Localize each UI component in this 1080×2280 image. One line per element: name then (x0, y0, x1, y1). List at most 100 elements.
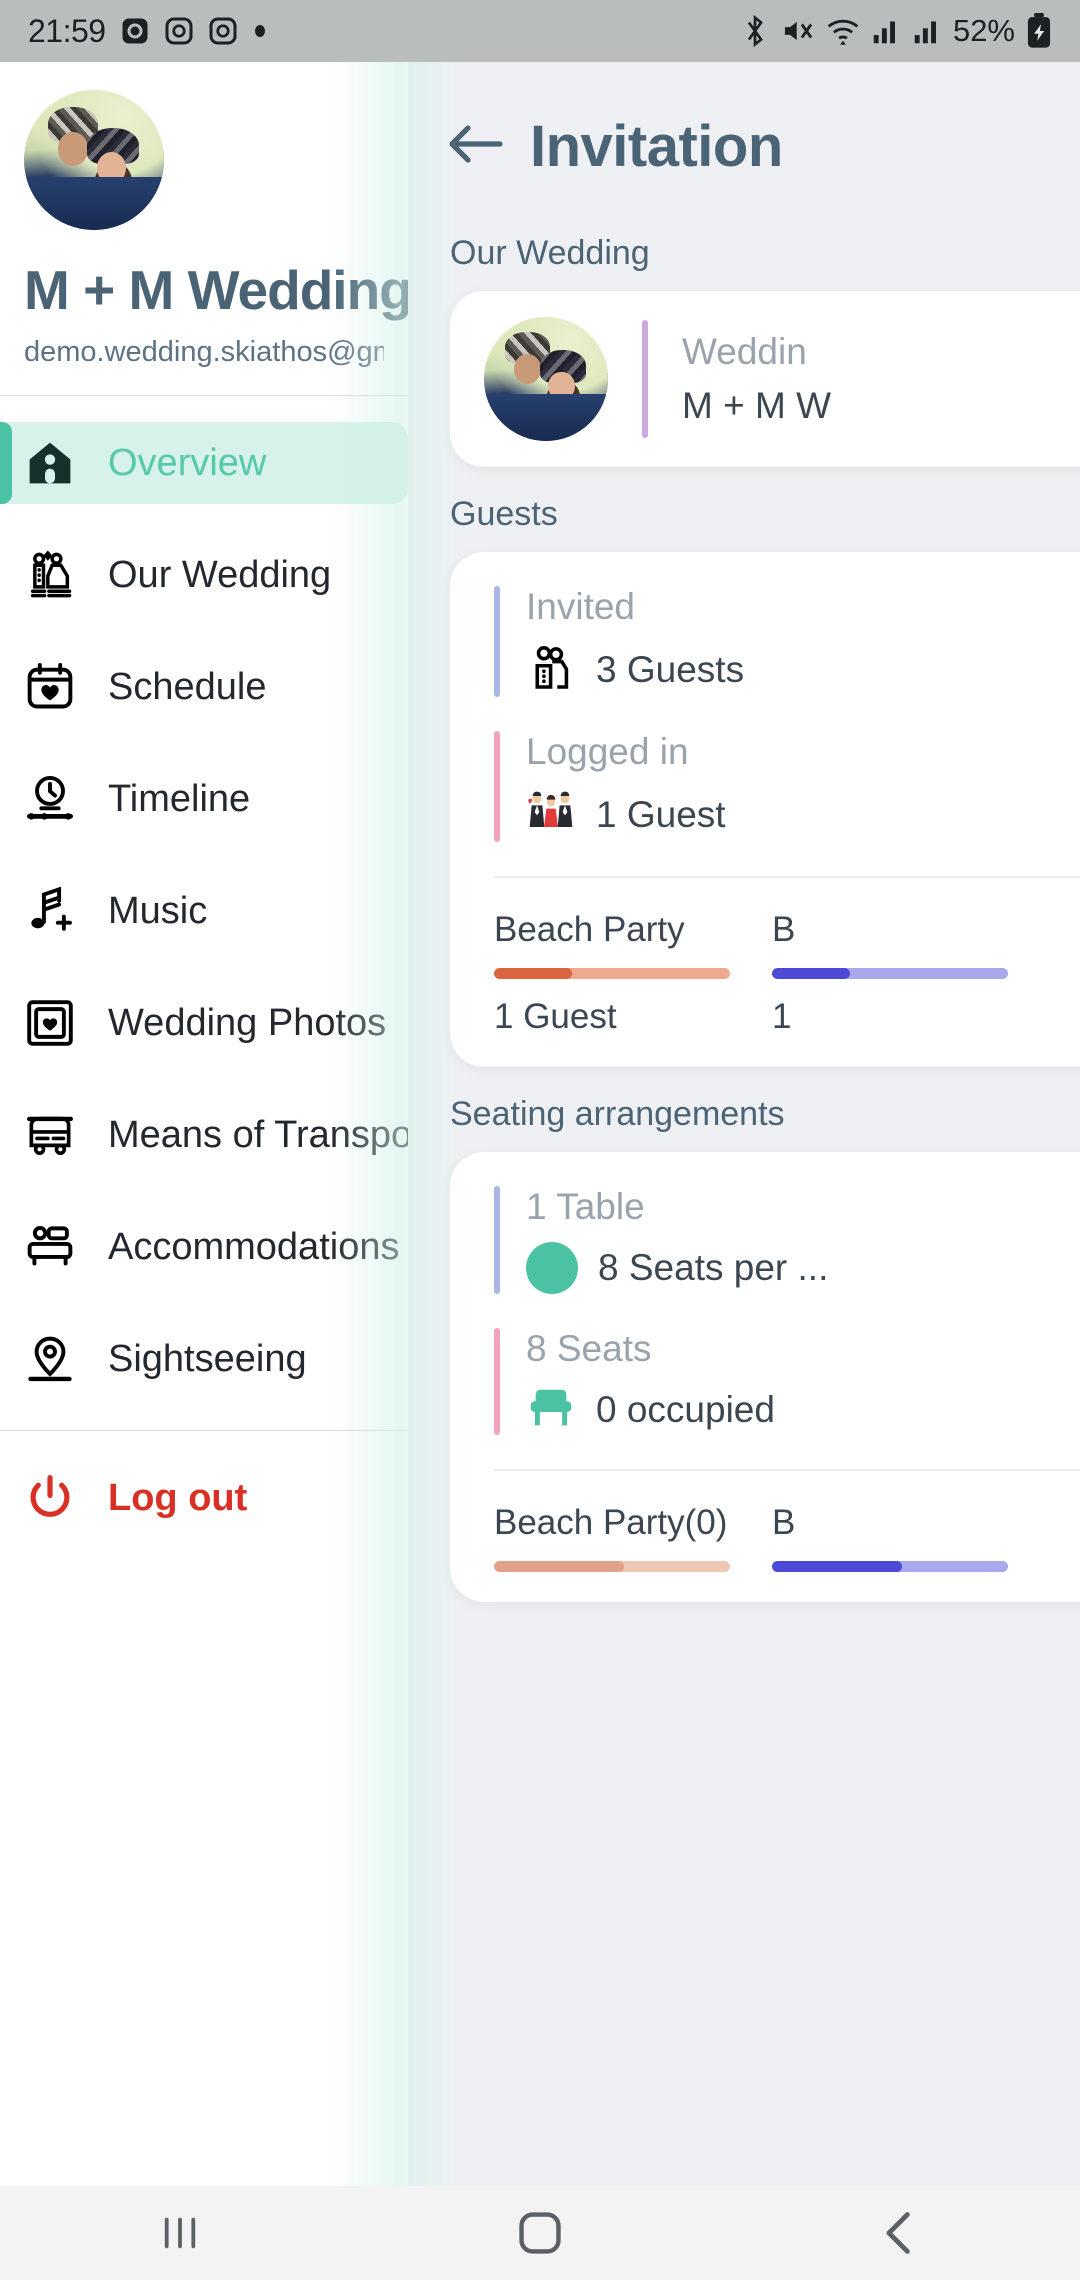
our-wedding-card[interactable]: Weddin M + M W (450, 291, 1080, 467)
main-panel: Invitation Our Wedding Weddin M + M W Gu… (408, 62, 1080, 2248)
back-chevron-icon[interactable] (810, 2186, 990, 2280)
map-pin-icon (22, 1331, 78, 1387)
stat-value: 3 Guests (596, 648, 745, 690)
progress-fill (772, 968, 850, 979)
stat-caption: 1 Table (526, 1186, 645, 1227)
instagram-icon (209, 17, 237, 45)
progress-name: Beach Party (494, 910, 685, 949)
stat-texts: 8 Seats 0 occupied (526, 1328, 775, 1435)
signal-icon (914, 21, 936, 44)
photo-heart-icon (22, 995, 78, 1051)
progress-fill (772, 1561, 902, 1572)
account-email: demo.wedding.skiathos@gmail.co (24, 336, 384, 368)
sidebar-item-label: Means of Transport (108, 1113, 408, 1156)
wedding-card-caption: Weddin (682, 331, 807, 372)
avatar[interactable] (24, 90, 164, 230)
home-square-icon[interactable] (450, 2186, 630, 2280)
wedding-party-emoji (526, 787, 576, 842)
accent-bar (642, 320, 648, 438)
sidebar-item-our-wedding[interactable]: Our Wedding (0, 534, 408, 616)
progress-track (772, 1561, 1008, 1572)
stat-texts: Invited 3 Guests (526, 586, 744, 697)
bus-icon (22, 1107, 78, 1163)
avatar (484, 317, 608, 441)
sidebar-item-overview[interactable]: Overview (0, 422, 408, 504)
wedding-card-texts: Weddin M + M W (682, 331, 831, 427)
guests-progress-strip: Beach Party 1 Guest B 1 (450, 878, 1080, 1067)
stat-caption: 8 Seats (526, 1328, 652, 1369)
sidebar-item-label: Timeline (108, 777, 251, 820)
section-label-our-wedding: Our Wedding (450, 234, 650, 272)
navigation-drawer[interactable]: M + M Wedding demo.wedding.skiathos@gmai… (0, 62, 408, 2248)
dot-icon (254, 25, 265, 37)
stat-row-logged-in: Logged in 1 Guest (450, 731, 1080, 842)
wedding-card-name: M + M W (682, 385, 832, 426)
section-label-seating: Seating arrangements (450, 1095, 785, 1133)
page-title: Invitation (530, 113, 783, 179)
stat-value-row: 0 occupied (526, 1384, 775, 1435)
sidebar-item-schedule[interactable]: Schedule (0, 646, 408, 728)
sidebar-item-sightseeing[interactable]: Sightseeing (0, 1318, 408, 1400)
stat-value-row: 8 Seats per ... (526, 1242, 828, 1294)
music-note-icon (22, 883, 78, 939)
stat-value: 8 Seats per ... (598, 1247, 829, 1288)
recents-icon[interactable] (90, 2186, 270, 2280)
status-bar: 21:59 52% (0, 0, 1080, 62)
clock-timeline-icon (22, 771, 78, 827)
progress-item: Beach Party(0) (494, 1503, 730, 1572)
sidebar-item-accommodations[interactable]: Accommodations (0, 1206, 408, 1288)
bride-groom-icon (22, 547, 78, 603)
accent-bar (494, 586, 500, 697)
sidebar-item-label: Overview (108, 441, 267, 484)
bed-icon (22, 1219, 78, 1275)
divider (0, 1430, 408, 1431)
stat-row-seats: 8 Seats 0 occupied (450, 1328, 1080, 1435)
progress-count: 1 Guest (494, 997, 617, 1036)
bluetooth-icon (747, 14, 763, 48)
instagram-icon (165, 17, 193, 45)
couple-photo (484, 317, 608, 441)
chair-icon (526, 1384, 576, 1435)
seating-card[interactable]: 1 Table 8 Seats per ... 8 Seats 0 occupi… (450, 1152, 1080, 1602)
stat-caption: Invited (526, 586, 636, 627)
sidebar-item-label: Wedding Photos (108, 1001, 387, 1044)
progress-item: Beach Party 1 Guest (494, 910, 730, 1037)
wifi-icon (827, 19, 859, 45)
sidebar-item-means-of-transport[interactable]: Means of Transport (0, 1094, 408, 1176)
progress-name: B (772, 1503, 796, 1542)
battery-icon (1027, 13, 1051, 48)
seating-progress-strip: Beach Party(0) B (450, 1471, 1080, 1602)
sidebar-item-label: Sightseeing (108, 1337, 307, 1380)
page-title: M + M Wedding (24, 259, 408, 321)
couple-photo (24, 90, 164, 230)
app-header: Invitation (408, 86, 1080, 206)
system-navigation-bar (0, 2186, 1080, 2280)
stat-row-invited: Invited 3 Guests (450, 586, 1080, 697)
progress-item: B 1 (772, 910, 1008, 1037)
green-circle-icon (526, 1242, 578, 1294)
sidebar-item-music[interactable]: Music (0, 870, 408, 952)
drawer-header: M + M Wedding demo.wedding.skiathos@gmai… (0, 62, 408, 369)
logout-label: Log out (108, 1476, 248, 1519)
progress-track (494, 1561, 730, 1572)
status-bar-left: 21:59 (28, 13, 268, 50)
home-icon (22, 435, 78, 491)
nav-list: Overview Our Wedding Schedule Timeline M… (0, 396, 408, 1400)
progress-track (772, 968, 1008, 979)
progress-name: B (772, 910, 796, 949)
sidebar-item-wedding-photos[interactable]: Wedding Photos (0, 982, 408, 1064)
couple-outline-icon (526, 642, 576, 697)
guests-card[interactable]: Invited 3 Guests Logged in 1 Guest Beach… (450, 552, 1080, 1067)
battery-percent: 52% (952, 13, 1015, 48)
stat-texts: Logged in 1 Guest (526, 731, 726, 842)
calendar-heart-icon (22, 659, 78, 715)
accent-bar (494, 1186, 500, 1294)
sidebar-item-label: Our Wedding (108, 553, 332, 596)
progress-track (494, 968, 730, 979)
stat-caption: Logged in (526, 731, 689, 772)
arrow-left-icon[interactable] (448, 122, 504, 171)
stat-value-row: 3 Guests (526, 642, 744, 697)
logout-button[interactable]: Log out (0, 1453, 408, 1543)
sidebar-item-timeline[interactable]: Timeline (0, 758, 408, 840)
stat-row-tables: 1 Table 8 Seats per ... (450, 1186, 1080, 1294)
